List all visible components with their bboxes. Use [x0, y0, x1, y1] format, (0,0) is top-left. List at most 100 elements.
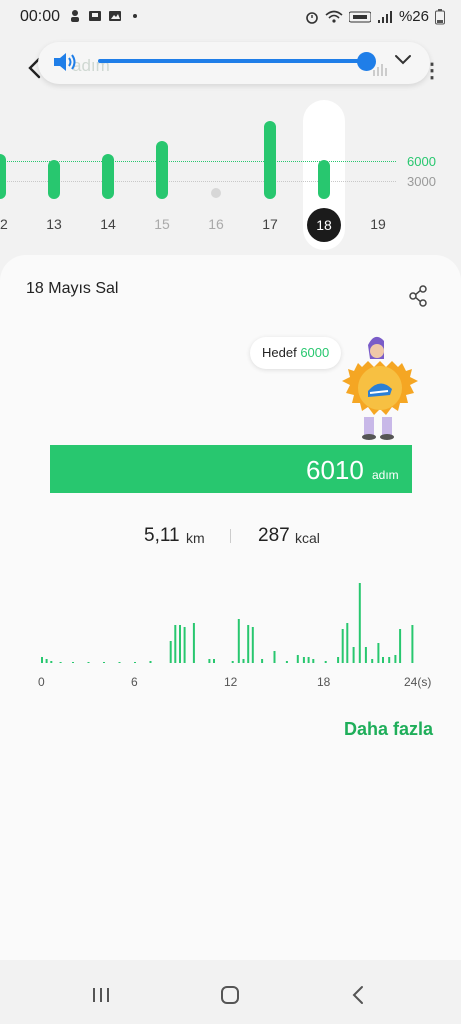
notification-icons: [68, 9, 142, 23]
hourly-bar: [231, 661, 234, 663]
hourly-bar: [41, 657, 43, 663]
hourly-bar: [346, 623, 349, 663]
hourly-bar: [352, 647, 355, 663]
hourly-bar: [118, 662, 121, 663]
day-dot-16[interactable]: [211, 188, 221, 198]
hourly-bar: [296, 655, 299, 663]
more-button[interactable]: Daha fazla: [344, 719, 433, 740]
hourly-bar: [149, 661, 152, 663]
dot-icon: [133, 14, 137, 18]
hourly-bar: [371, 659, 374, 663]
hourly-bar: [45, 659, 48, 663]
volume-icon[interactable]: [52, 50, 78, 74]
volume-track[interactable]: [98, 59, 368, 63]
hourly-bar: [192, 623, 195, 663]
hourly-bar: [382, 657, 384, 663]
hourly-bar: [358, 583, 361, 663]
hourly-bar: [237, 619, 240, 663]
hourly-tick-label: 24(s): [404, 675, 432, 689]
notification-icon: [71, 10, 79, 22]
hourly-bar: [208, 659, 211, 663]
hourly-bar: [399, 629, 402, 663]
calories-unit: kcal: [295, 530, 320, 546]
hourly-bar: [213, 659, 215, 663]
day-bar-13[interactable]: [48, 160, 60, 199]
day-label-14[interactable]: 14: [93, 216, 123, 232]
hourly-chart-svg: [41, 583, 414, 663]
hourly-bar: [394, 655, 397, 663]
hourly-bar: [337, 657, 340, 663]
hourly-bar: [285, 661, 288, 663]
status-time: 00:00: [20, 8, 61, 25]
home-icon[interactable]: [218, 984, 242, 1006]
day-bar-17[interactable]: [264, 121, 276, 199]
goal-prefix: Hedef: [262, 345, 297, 360]
hourly-tick-label: 18: [317, 675, 331, 689]
system-nav-bar: [0, 960, 461, 1024]
stats-divider: [230, 529, 231, 543]
hourly-tick-label: 0: [38, 675, 45, 689]
hourly-bar: [247, 625, 250, 663]
step-unit: adım: [372, 468, 399, 482]
day-label-16[interactable]: 16: [201, 216, 231, 232]
hourly-bar: [341, 629, 344, 663]
hourly-bar: [87, 662, 90, 663]
recent-apps-icon[interactable]: [89, 984, 113, 1006]
day-detail-card: 18 Mayıs Sal Hedef 6000 6010 adım 5,11 k…: [0, 255, 461, 960]
goal-line: [0, 161, 396, 162]
day-bar-12[interactable]: [0, 153, 6, 199]
hourly-tick-label: 12: [224, 675, 238, 689]
volte-icon: [348, 11, 371, 22]
signal-icon: [377, 10, 392, 23]
hourly-bar: [183, 627, 186, 663]
step-count: 6010: [306, 455, 364, 485]
system-icons: %26: [305, 8, 445, 25]
day-label-12[interactable]: 12: [0, 216, 15, 232]
day-bar-15[interactable]: [156, 140, 168, 199]
hourly-bar: [307, 657, 310, 663]
distance-unit: km: [186, 530, 205, 546]
hourly-tick-label: 6: [131, 675, 138, 689]
share-icon[interactable]: [408, 285, 428, 307]
hourly-steps-chart: 0 6 12 18 24(s): [0, 565, 461, 705]
back-nav-icon[interactable]: [347, 984, 371, 1006]
date-title: 18 Mayıs Sal: [26, 280, 119, 297]
day-label-17[interactable]: 17: [255, 216, 285, 232]
more-options-icon[interactable]: ⋮: [422, 58, 442, 83]
walker-illustration: [342, 336, 418, 440]
reference-line-label: 3000: [407, 174, 436, 189]
alarm-icon: [306, 11, 318, 24]
distance-value: 5,11: [144, 525, 180, 546]
hourly-bar: [388, 657, 391, 663]
goal-line-label: 6000: [407, 154, 436, 169]
summary-stats: 5,11 km 287 kcal: [0, 521, 461, 551]
hourly-bar: [50, 661, 53, 663]
status-bar: 00:00 %26: [0, 0, 461, 36]
hourly-bar: [324, 661, 327, 663]
hourly-bar: [103, 662, 105, 663]
hourly-bar: [179, 625, 181, 663]
hourly-bar: [169, 641, 172, 663]
hourly-bar: [174, 625, 177, 663]
hourly-bar: [312, 659, 315, 663]
day-bar-14[interactable]: [102, 153, 114, 199]
chevron-down-icon[interactable]: [393, 52, 413, 68]
calories-value: 287: [258, 525, 290, 546]
battery-icon: [435, 8, 445, 24]
hourly-bar: [59, 662, 62, 663]
hourly-bar: [242, 659, 245, 663]
hourly-bar: [377, 643, 380, 663]
hourly-bar: [251, 627, 254, 663]
hourly-bar: [411, 625, 414, 663]
image-icon: [109, 11, 121, 21]
chart-icon: [373, 64, 387, 76]
day-label-15[interactable]: 15: [147, 216, 177, 232]
day-label-13[interactable]: 13: [39, 216, 69, 232]
day-bar-18[interactable]: [318, 159, 330, 199]
hourly-bar: [134, 662, 136, 663]
hourly-bar: [261, 659, 264, 663]
day-label-18[interactable]: 18: [307, 208, 341, 242]
hourly-bar: [72, 662, 74, 663]
day-label-19[interactable]: 19: [363, 216, 393, 232]
goal-bubble: Hedef 6000: [250, 337, 342, 369]
